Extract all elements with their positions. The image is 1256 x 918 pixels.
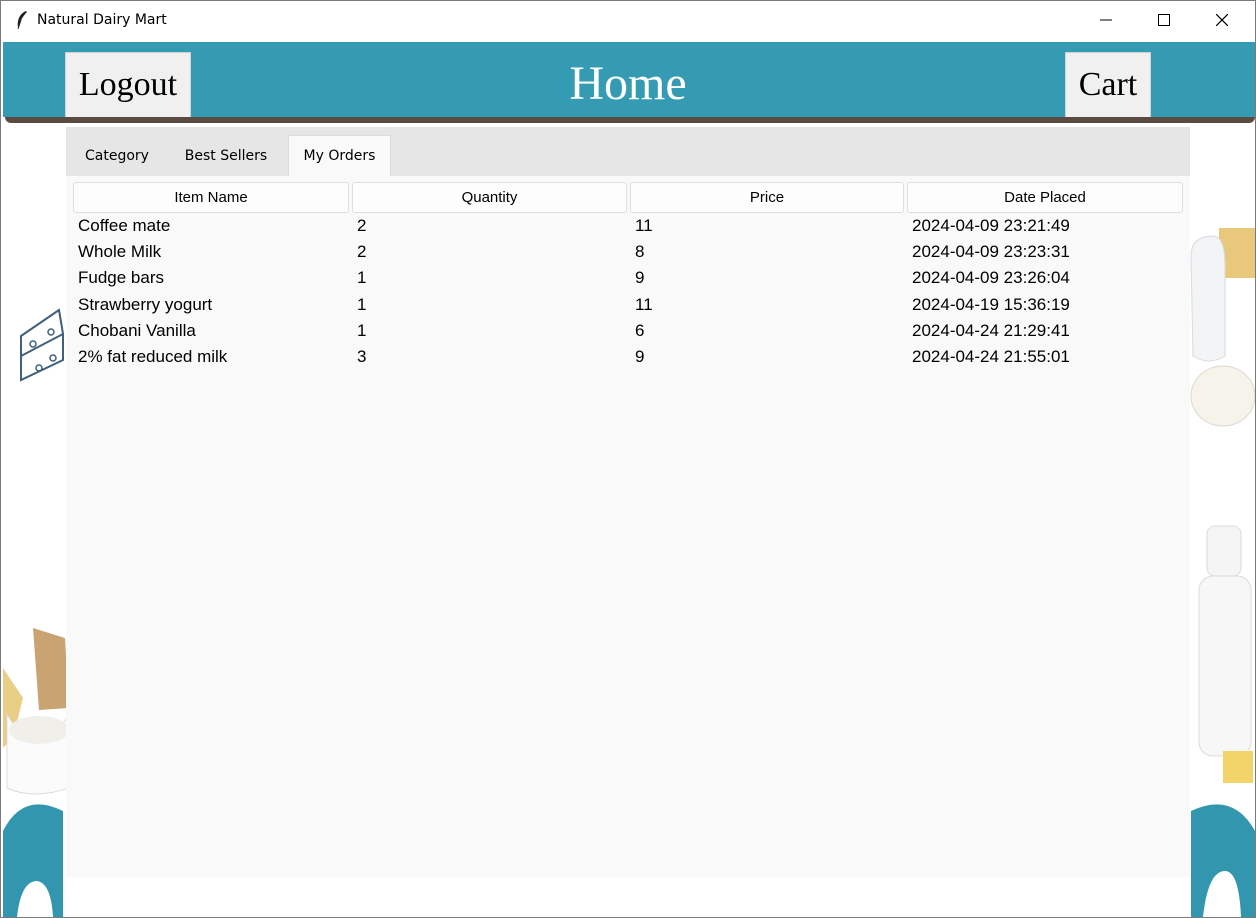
column-header-date-placed[interactable]: Date Placed — [907, 182, 1183, 213]
column-header-item-name[interactable]: Item Name — [73, 182, 349, 213]
cell-item-name: Coffee mate — [78, 216, 171, 235]
minimize-icon — [1100, 19, 1112, 21]
window-title: Natural Dairy Mart — [37, 12, 167, 28]
maximize-icon — [1158, 14, 1170, 26]
cell-date-placed: 2024-04-09 23:21:49 — [912, 216, 1070, 235]
column-header-quantity[interactable]: Quantity — [352, 182, 627, 213]
cell-date-placed: 2024-04-09 23:23:31 — [912, 242, 1070, 262]
logout-button[interactable]: Logout — [65, 52, 191, 118]
dairy-products-image — [3, 628, 69, 795]
main-notebook: Category Best Sellers My Orders Item Nam… — [66, 127, 1190, 877]
cell-item-name: Fudge bars — [78, 268, 164, 288]
cell-item-name: Chobani Vanilla — [78, 320, 196, 340]
header-shadow — [5, 117, 1255, 123]
table-row[interactable]: Fudge bars 1 9 2024-04-09 23:26:04 — [73, 266, 1183, 292]
app-window: Natural Dairy Mart Logout Home Cart Cate… — [0, 0, 1256, 918]
cell-date-placed: 2024-04-24 21:29:41 — [912, 320, 1070, 340]
cell-quantity: 2 — [357, 216, 367, 235]
tab-my-orders[interactable]: My Orders — [288, 135, 391, 176]
dairy-products-image — [1190, 228, 1255, 783]
minimize-button[interactable] — [1077, 1, 1135, 39]
table-row[interactable]: Coffee mate 2 11 2024-04-09 23:21:49 — [73, 214, 1183, 240]
cell-price: 11 — [635, 294, 653, 314]
feather-icon — [17, 11, 27, 30]
cell-price: 9 — [635, 346, 645, 366]
close-button[interactable] — [1193, 1, 1251, 39]
cell-price: 8 — [635, 242, 645, 262]
cell-date-placed: 2024-04-24 21:55:01 — [912, 346, 1070, 366]
title-bar: Natural Dairy Mart — [1, 1, 1255, 39]
cell-item-name: Strawberry yogurt — [78, 294, 213, 314]
close-icon — [1216, 14, 1228, 26]
top-header: Logout Home Cart — [3, 42, 1255, 118]
cart-button[interactable]: Cart — [1065, 52, 1151, 118]
cell-quantity: 1 — [357, 294, 367, 314]
tab-category[interactable]: Category — [72, 135, 162, 176]
cheese-icon — [20, 308, 65, 382]
cell-quantity: 1 — [357, 268, 367, 288]
maximize-button[interactable] — [1135, 1, 1193, 39]
cell-date-placed: 2024-04-09 23:26:04 — [912, 268, 1070, 288]
cell-quantity: 1 — [357, 320, 367, 340]
table-row[interactable]: Whole Milk 2 8 2024-04-09 23:23:31 — [73, 240, 1183, 266]
tab-bar: Category Best Sellers My Orders — [66, 127, 1190, 176]
cell-quantity: 3 — [357, 346, 367, 366]
cell-price: 9 — [635, 268, 645, 288]
cell-price: 6 — [635, 320, 645, 340]
table-row[interactable]: Strawberry yogurt 1 11 2024-04-19 15:36:… — [73, 293, 1183, 319]
column-header-price[interactable]: Price — [630, 182, 904, 213]
orders-table: Item Name Quantity Price Date Placed Cof… — [73, 182, 1183, 371]
cell-price: 11 — [635, 216, 653, 235]
cell-item-name: Whole Milk — [78, 242, 162, 262]
cell-quantity: 2 — [357, 242, 367, 262]
page-title: Home — [569, 57, 687, 110]
table-row[interactable]: Chobani Vanilla 1 6 2024-04-24 21:29:41 — [73, 319, 1183, 345]
cell-item-name: 2% fat reduced milk — [78, 346, 228, 366]
cell-date-placed: 2024-04-19 15:36:19 — [912, 294, 1070, 314]
table-row[interactable]: 2% fat reduced milk 3 9 2024-04-24 21:55… — [73, 345, 1183, 371]
table-header: Item Name Quantity Price Date Placed — [73, 182, 1183, 214]
tab-best-sellers[interactable]: Best Sellers — [178, 135, 274, 176]
